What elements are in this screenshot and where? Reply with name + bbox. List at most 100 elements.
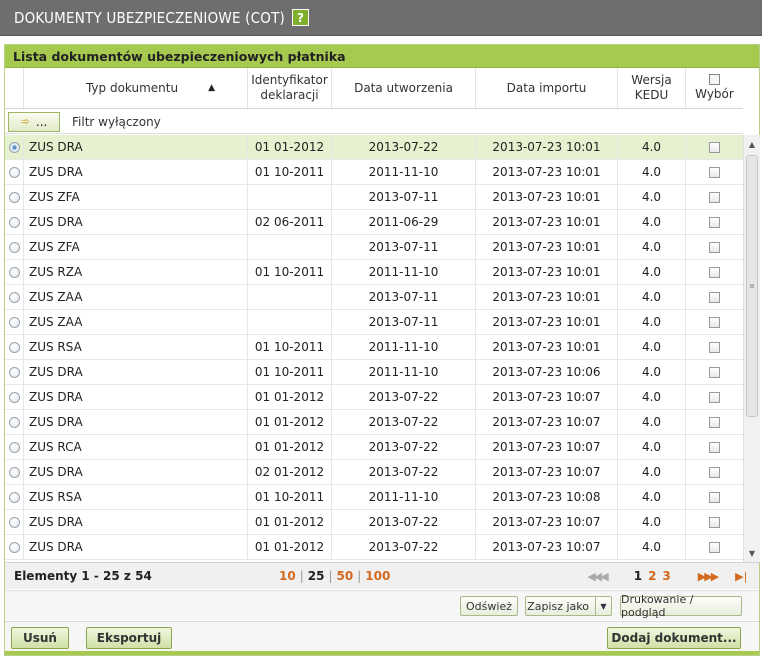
row-checkbox[interactable] — [709, 141, 720, 153]
print-preview-button[interactable]: Drukowanie / podgląd — [620, 593, 742, 619]
cell-typ: ZUS ZAA — [24, 285, 248, 309]
row-radio-button[interactable] — [8, 166, 20, 178]
row-radio-button[interactable] — [8, 266, 20, 278]
row-radio-button[interactable] — [8, 491, 20, 503]
row-radio-cell[interactable] — [5, 460, 24, 484]
table-row[interactable]: ZUS DRA 01 01-2012 2013-07-22 2013-07-23 10… — [5, 510, 743, 535]
table-row[interactable]: ZUS DRA 01 01-2012 2013-07-22 2013-07-23 10… — [5, 535, 743, 560]
header-typ-dokumentu[interactable]: Typ dokumentu ▲ — [24, 68, 248, 108]
row-radio-button[interactable] — [8, 541, 20, 553]
row-radio-cell[interactable] — [5, 135, 24, 159]
row-checkbox[interactable] — [709, 241, 720, 253]
refresh-button[interactable]: Odśwież — [460, 596, 518, 616]
page-3[interactable]: 3 — [659, 569, 673, 583]
row-radio-button[interactable] — [8, 441, 20, 453]
table-row[interactable]: ZUS DRA 01 10-2011 2011-11-10 2013-07-23 10… — [5, 360, 743, 385]
cell-identyfikator: 01 01-2012 — [248, 535, 332, 559]
cell-wersja: 4.0 — [618, 360, 686, 384]
filter-button[interactable]: ➾ ... — [8, 111, 60, 132]
vertical-scrollbar[interactable]: ▲ ≡ ▼ — [743, 135, 760, 562]
page-2[interactable]: 2 — [645, 569, 659, 583]
row-checkbox[interactable] — [709, 541, 720, 553]
row-radio-cell[interactable] — [5, 285, 24, 309]
save-as-button[interactable]: Zapisz jako ▼ — [525, 596, 612, 616]
row-radio-cell[interactable] — [5, 510, 24, 534]
cell-typ: ZUS DRA — [24, 535, 248, 559]
row-radio-button[interactable] — [8, 366, 20, 378]
row-checkbox[interactable] — [709, 491, 720, 503]
row-radio-button[interactable] — [8, 416, 20, 428]
select-all-checkbox[interactable] — [709, 74, 720, 85]
table-row[interactable]: ZUS RSA 01 10-2011 2011-11-10 2013-07-23 10… — [5, 485, 743, 510]
table-row[interactable]: ZUS DRA 02 06-2011 2011-06-29 2013-07-23 10… — [5, 210, 743, 235]
row-checkbox[interactable] — [709, 166, 720, 178]
row-radio-cell[interactable] — [5, 260, 24, 284]
table-row[interactable]: ZUS RSA 01 10-2011 2011-11-10 2013-07-23 10… — [5, 335, 743, 360]
table-row[interactable]: ZUS ZFA 2013-07-11 2013-07-23 10:01 4.0 — [5, 235, 743, 260]
row-checkbox[interactable] — [709, 366, 720, 378]
next-page-icon[interactable]: ▶▶▶ — [698, 570, 719, 583]
row-checkbox[interactable] — [709, 341, 720, 353]
table-row[interactable]: ZUS DRA 01 01-2012 2013-07-22 2013-07-23 10… — [5, 410, 743, 435]
row-radio-cell[interactable] — [5, 360, 24, 384]
row-radio-cell[interactable] — [5, 160, 24, 184]
row-checkbox[interactable] — [709, 291, 720, 303]
table-row[interactable]: ZUS DRA 01 01-2012 2013-07-22 2013-07-23 10… — [5, 135, 743, 160]
header-identyfikator[interactable]: Identyfikator deklaracji — [248, 68, 332, 108]
row-checkbox[interactable] — [709, 416, 720, 428]
row-radio-cell[interactable] — [5, 410, 24, 434]
header-data-utworzenia[interactable]: Data utworzenia — [332, 68, 476, 108]
row-radio-cell[interactable] — [5, 235, 24, 259]
row-radio-button[interactable] — [8, 466, 20, 478]
row-radio-button[interactable] — [8, 291, 20, 303]
header-wersja-kedu[interactable]: Wersja KEDU — [618, 68, 686, 108]
scroll-up-icon[interactable]: ▲ — [744, 137, 760, 151]
scroll-thumb[interactable]: ≡ — [746, 155, 758, 417]
page-size-100[interactable]: 100 — [362, 569, 393, 583]
row-radio-cell[interactable] — [5, 210, 24, 234]
row-checkbox[interactable] — [709, 466, 720, 478]
add-document-button[interactable]: Dodaj dokument... — [607, 627, 741, 649]
page-size-50[interactable]: 50 — [334, 569, 357, 583]
row-radio-button[interactable] — [8, 516, 20, 528]
table-row[interactable]: ZUS ZAA 2013-07-11 2013-07-23 10:01 4.0 — [5, 285, 743, 310]
delete-button[interactable]: Usuń — [11, 627, 69, 649]
row-checkbox[interactable] — [709, 266, 720, 278]
row-radio-cell[interactable] — [5, 335, 24, 359]
table-row[interactable]: ZUS RZA 01 10-2011 2011-11-10 2013-07-23 10… — [5, 260, 743, 285]
table-row[interactable]: ZUS RCA 01 01-2012 2013-07-22 2013-07-23 10… — [5, 435, 743, 460]
row-radio-cell[interactable] — [5, 385, 24, 409]
row-checkbox[interactable] — [709, 316, 720, 328]
row-radio-button[interactable] — [8, 241, 20, 253]
table-row[interactable]: ZUS ZAA 2013-07-11 2013-07-23 10:01 4.0 — [5, 310, 743, 335]
row-checkbox[interactable] — [709, 391, 720, 403]
row-radio-button[interactable] — [8, 216, 20, 228]
row-radio-cell[interactable] — [5, 535, 24, 559]
row-radio-button[interactable] — [8, 341, 20, 353]
scroll-down-icon[interactable]: ▼ — [744, 546, 760, 560]
row-checkbox[interactable] — [709, 191, 720, 203]
table-row[interactable]: ZUS ZFA 2013-07-11 2013-07-23 10:01 4.0 — [5, 185, 743, 210]
row-checkbox[interactable] — [709, 516, 720, 528]
row-checkbox[interactable] — [709, 216, 720, 228]
table-row[interactable]: ZUS DRA 01 10-2011 2011-11-10 2013-07-23 10… — [5, 160, 743, 185]
table-row[interactable]: ZUS DRA 01 01-2012 2013-07-22 2013-07-23 10… — [5, 385, 743, 410]
table-row[interactable]: ZUS DRA 02 01-2012 2013-07-22 2013-07-23 10… — [5, 460, 743, 485]
row-radio-button[interactable] — [8, 141, 20, 153]
row-radio-button[interactable] — [8, 316, 20, 328]
chevron-down-icon[interactable]: ▼ — [595, 597, 611, 615]
cell-data-utworzenia: 2011-11-10 — [332, 160, 476, 184]
last-page-icon[interactable]: ▶| — [735, 570, 747, 583]
header-data-importu[interactable]: Data importu — [476, 68, 618, 108]
row-radio-cell[interactable] — [5, 485, 24, 509]
help-button[interactable]: ? — [291, 9, 309, 26]
export-button[interactable]: Eksportuj — [86, 627, 172, 649]
row-radio-cell[interactable] — [5, 435, 24, 459]
row-radio-button[interactable] — [8, 191, 20, 203]
page-size-10[interactable]: 10 — [276, 569, 299, 583]
header-di-label: Data importu — [506, 80, 587, 95]
row-checkbox[interactable] — [709, 441, 720, 453]
row-radio-button[interactable] — [8, 391, 20, 403]
row-radio-cell[interactable] — [5, 185, 24, 209]
row-radio-cell[interactable] — [5, 310, 24, 334]
